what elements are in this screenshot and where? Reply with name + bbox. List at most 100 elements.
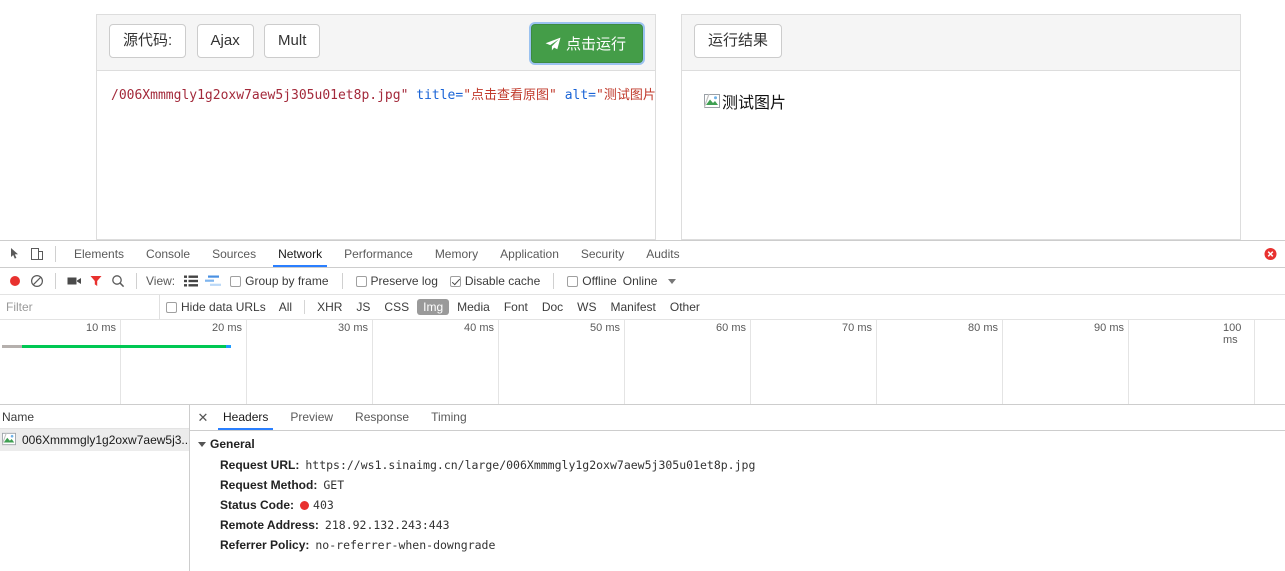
error-badge-icon[interactable]: [1264, 248, 1277, 261]
hide-data-urls-checkbox-box: [166, 301, 177, 313]
timeline-tick-40ms: 40 ms: [464, 322, 494, 334]
preserve-log-label: Preserve log: [370, 274, 438, 288]
header-row-request-method: Request Method: GET: [190, 475, 1285, 495]
headers-content: General Request URL: https://ws1.sinaimg…: [190, 431, 1285, 571]
header-key: Request Method:: [220, 478, 318, 492]
header-value: no-referrer-when-downgrade: [315, 538, 496, 552]
offline-checkbox-box: [567, 275, 579, 287]
general-section-header[interactable]: General: [190, 437, 1285, 451]
filter-type-doc[interactable]: Doc: [536, 299, 569, 315]
column-header-name[interactable]: Name: [0, 405, 189, 429]
disable-cache-checkbox[interactable]: Disable cache: [449, 274, 540, 288]
filter-type-media[interactable]: Media: [451, 299, 496, 315]
offline-label: Offline: [582, 274, 617, 288]
tab-elements[interactable]: Elements: [63, 241, 135, 267]
capture-screenshots-icon[interactable]: [63, 270, 85, 292]
filter-type-font[interactable]: Font: [498, 299, 534, 315]
detail-tab-headers[interactable]: Headers: [212, 405, 279, 430]
hide-data-urls-checkbox[interactable]: Hide data URLs: [166, 300, 266, 314]
timeline-gridlines: [0, 320, 1285, 404]
run-button[interactable]: 点击运行: [530, 24, 643, 63]
request-detail-tabs: ✕ Headers Preview Response Timing: [190, 405, 1285, 431]
group-by-frame-checkbox[interactable]: Group by frame: [230, 274, 329, 288]
filter-type-xhr[interactable]: XHR: [311, 299, 348, 315]
header-value[interactable]: https://ws1.sinaimg.cn/large/006Xmmmgly1…: [305, 458, 755, 472]
group-by-frame-checkbox-box: [230, 275, 242, 287]
close-icon[interactable]: ✕: [194, 410, 212, 426]
disable-cache-checkbox-box: [449, 275, 461, 287]
header-value: 403: [300, 498, 334, 512]
toolbar-divider-4: [553, 273, 555, 289]
request-bar-stalled: [2, 345, 22, 348]
filter-funnel-icon[interactable]: [85, 270, 107, 292]
filter-type-other[interactable]: Other: [664, 299, 706, 315]
timeline-tick-70ms: 70 ms: [842, 322, 872, 334]
header-row-request-url: Request URL: https://ws1.sinaimg.cn/larg…: [190, 455, 1285, 475]
tab-performance[interactable]: Performance: [333, 241, 424, 267]
inspect-element-icon[interactable]: [4, 243, 26, 265]
tab-memory[interactable]: Memory: [424, 241, 489, 267]
tabbar-divider: [55, 246, 56, 262]
run-button-label: 点击运行: [565, 36, 626, 53]
detail-tab-response[interactable]: Response: [344, 405, 420, 430]
filter-type-img[interactable]: Img: [417, 299, 450, 315]
request-bar-waiting: [226, 345, 231, 348]
filter-type-js[interactable]: JS: [350, 299, 376, 315]
network-overview-timeline[interactable]: 10 ms 20 ms 30 ms 40 ms 50 ms 60 ms 70 m…: [0, 320, 1285, 405]
timeline-tick-60ms: 60 ms: [716, 322, 746, 334]
source-code-panel-header: 源代码: Ajax Mult 点击运行: [97, 15, 655, 71]
page-content-area: 源代码: Ajax Mult 点击运行 /006Xmmmgly1g2oxw7ae…: [0, 0, 1285, 240]
devtools-panel: Elements Console Sources Network Perform…: [0, 240, 1285, 571]
throttling-select-value[interactable]: Online: [623, 274, 658, 288]
code-token-alt-attr: alt=: [564, 88, 597, 103]
request-name: 006Xmmmgly1g2oxw7aew5j3...: [22, 433, 189, 447]
filter-type-all[interactable]: All: [273, 299, 298, 315]
tab-network[interactable]: Network: [267, 241, 333, 267]
mult-button[interactable]: Mult: [264, 24, 321, 58]
network-filter-bar: Hide data URLs All XHR JS CSS Img Media …: [0, 295, 1285, 320]
code-token-alt-value: "测试图片": [596, 88, 655, 103]
record-button-icon[interactable]: [4, 270, 26, 292]
search-icon[interactable]: [107, 270, 129, 292]
tab-console[interactable]: Console: [135, 241, 201, 267]
hide-data-urls-label: Hide data URLs: [181, 300, 266, 314]
filter-type-ws[interactable]: WS: [571, 299, 602, 315]
filter-type-css[interactable]: CSS: [378, 299, 415, 315]
detail-tab-preview[interactable]: Preview: [279, 405, 344, 430]
header-row-status-code: Status Code: 403: [190, 495, 1285, 515]
toggle-device-toolbar-icon[interactable]: [26, 243, 48, 265]
request-type-image-icon: [1, 432, 18, 448]
table-row[interactable]: 006Xmmmgly1g2oxw7aew5j3...: [0, 429, 189, 451]
tab-audits[interactable]: Audits: [635, 241, 690, 267]
network-bottom-split: Name 006Xmmmgly1g2oxw7aew5j3... ✕ Header…: [0, 405, 1285, 571]
tab-security[interactable]: Security: [570, 241, 635, 267]
ajax-button[interactable]: Ajax: [196, 24, 254, 58]
header-row-referrer-policy: Referrer Policy: no-referrer-when-downgr…: [190, 535, 1285, 555]
network-toolbar: View: Group by frame Preserve log Disabl…: [0, 268, 1285, 295]
preserve-log-checkbox[interactable]: Preserve log: [355, 274, 438, 288]
code-line[interactable]: /006Xmmmgly1g2oxw7aew5j305u01et8p.jpg" t…: [97, 71, 655, 115]
toolbar-divider-1: [55, 273, 56, 289]
offline-checkbox[interactable]: Offline: [567, 274, 617, 288]
header-row-remote-address: Remote Address: 218.92.132.243:443: [190, 515, 1285, 535]
toolbar-divider-3: [341, 273, 343, 289]
toolbar-divider-2: [136, 273, 137, 289]
result-tab-button[interactable]: 运行结果: [694, 24, 783, 58]
timeline-tick-90ms: 90 ms: [1094, 322, 1124, 334]
clear-button-icon[interactable]: [26, 270, 48, 292]
source-code-editor[interactable]: /006Xmmmgly1g2oxw7aew5j305u01et8p.jpg" t…: [97, 71, 655, 116]
timeline-tick-10ms: 10 ms: [86, 322, 116, 334]
group-by-frame-label: Group by frame: [245, 274, 329, 288]
tab-application[interactable]: Application: [489, 241, 570, 267]
filter-type-manifest[interactable]: Manifest: [605, 299, 662, 315]
tab-sources[interactable]: Sources: [201, 241, 267, 267]
chevron-down-icon[interactable]: [668, 278, 677, 284]
header-key: Request URL:: [220, 458, 300, 472]
request-bar-download: [22, 345, 226, 348]
detail-tab-timing[interactable]: Timing: [420, 405, 478, 430]
filter-input[interactable]: [0, 295, 160, 319]
source-code-button[interactable]: 源代码:: [109, 24, 187, 58]
list-view-icon[interactable]: [180, 270, 202, 292]
waterfall-view-icon[interactable]: [202, 270, 224, 292]
result-panel: 运行结果 测试图片: [681, 14, 1241, 240]
